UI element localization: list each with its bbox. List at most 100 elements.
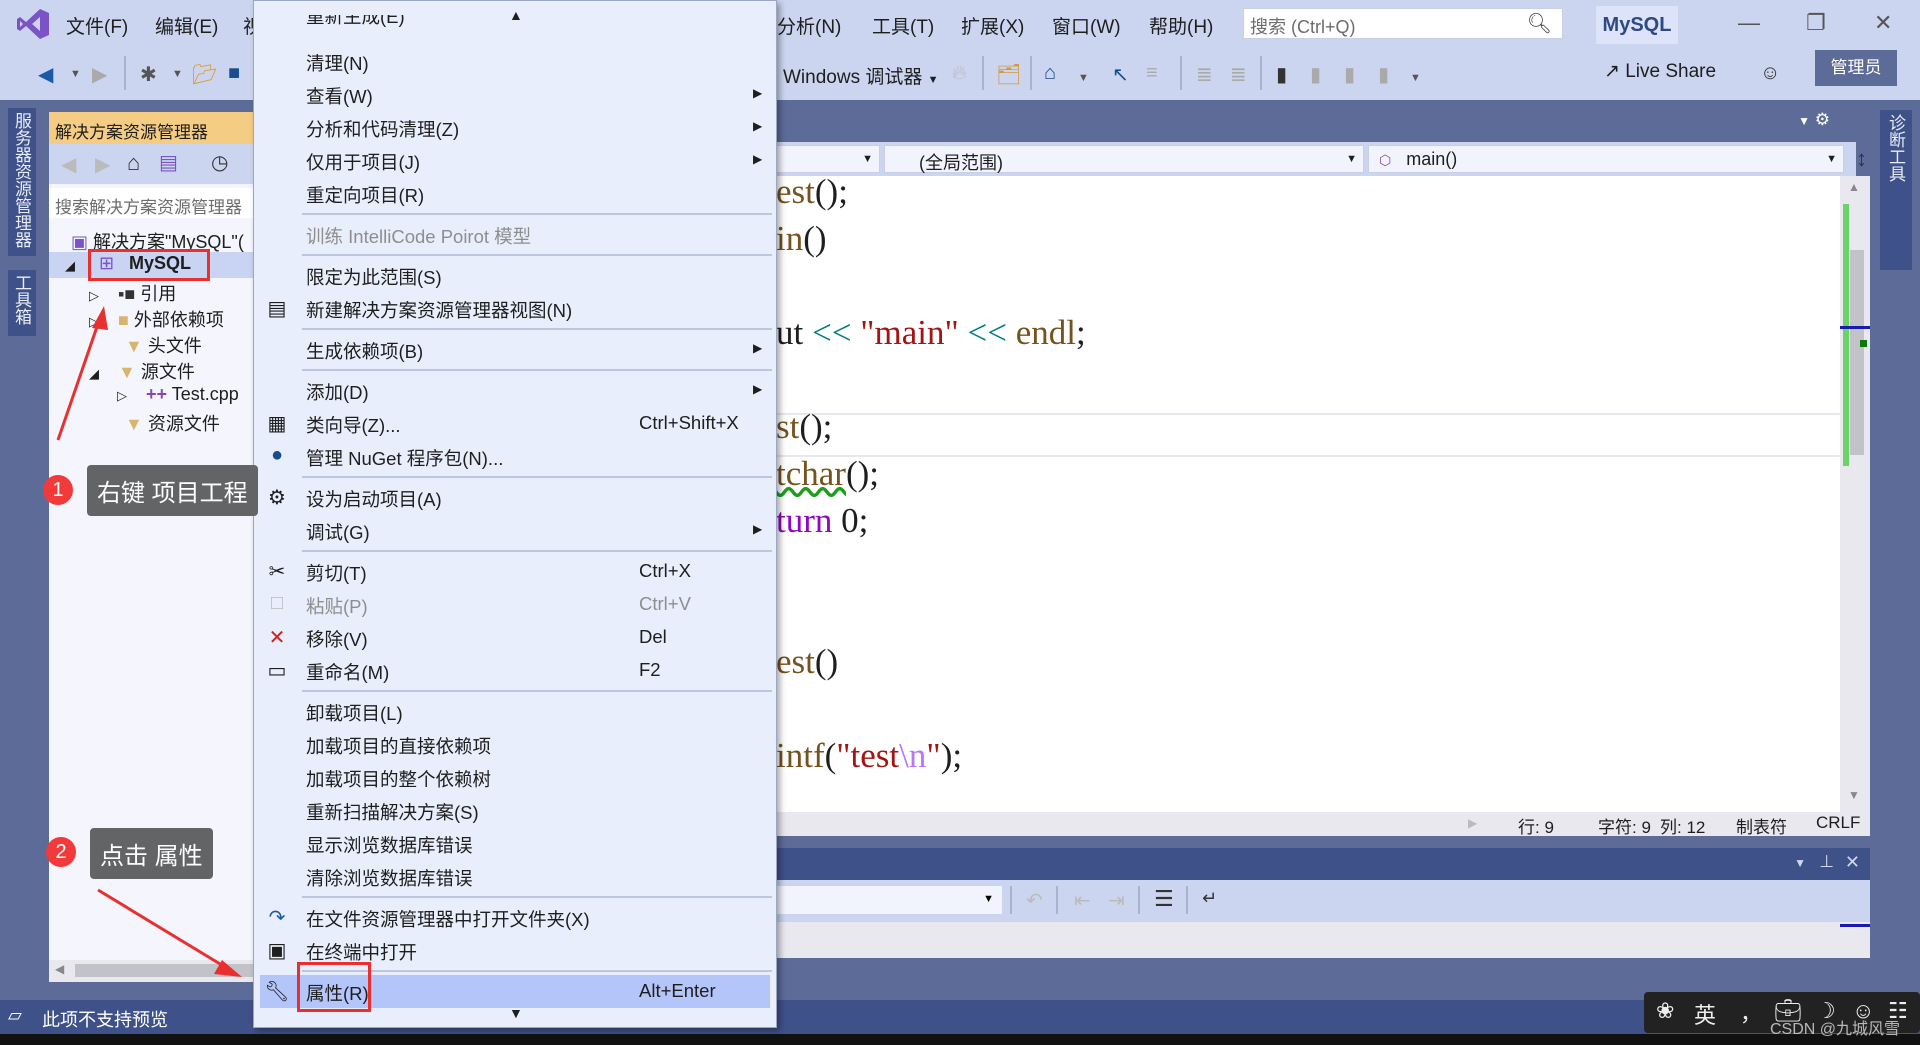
menu-tools[interactable]: 工具(T) — [872, 12, 934, 39]
tree-item-source-files[interactable]: ◢ ▼ 源文件 — [89, 358, 195, 384]
project-dropdown[interactable]: ▼ — [776, 145, 880, 173]
tree-item-references[interactable]: ▷ ▪■ 引用 — [89, 280, 176, 306]
member-dropdown[interactable]: ⬡ main() ▼ — [1368, 145, 1844, 173]
home-window-icon[interactable]: ⌂ — [1044, 62, 1056, 85]
restore-button[interactable]: ❐ — [1806, 10, 1826, 36]
close-panel-icon[interactable]: ✕ — [1845, 852, 1860, 873]
menu-item[interactable]: 添加(D) ▶ — [254, 374, 776, 407]
menu-item[interactable]: 查看(W) ▶ — [254, 78, 776, 111]
pin-icon[interactable]: ⊥ — [1819, 852, 1834, 872]
ime-paw-icon[interactable]: ❀ — [1656, 998, 1674, 1024]
scroll-left-icon[interactable]: ◀ — [55, 962, 64, 976]
bookmark-icon[interactable]: ▮ — [1276, 62, 1287, 87]
scope-dropdown[interactable]: (全局范围) ▼ — [884, 145, 1364, 173]
column-indicator[interactable]: 列: 12 — [1660, 813, 1705, 838]
switch-views-icon[interactable]: ▤ — [159, 150, 178, 175]
forward-nav-icon[interactable]: ▶ — [92, 62, 107, 87]
back-nav-icon[interactable]: ◀ — [38, 62, 53, 87]
ime-punctuation-toggle[interactable]: ， — [1740, 996, 1762, 1028]
search-input[interactable]: 搜索 (Ctrl+Q) 🔍︎ — [1243, 8, 1563, 39]
toolbox-tab[interactable]: 工具箱 — [8, 270, 36, 336]
back-dropdown-icon[interactable]: ▼ — [70, 68, 81, 80]
menu-item[interactable]: 清除浏览数据库错误 — [254, 860, 776, 893]
menu-item[interactable]: ▭ 重命名(M) F2 — [254, 654, 776, 687]
back-icon[interactable]: ◀ — [61, 152, 76, 177]
tab-list-dropdown-icon[interactable]: ▼ — [1798, 114, 1810, 128]
output-source-dropdown[interactable]: ▼ — [776, 886, 1002, 914]
menu-item[interactable]: ▦ 类向导(Z)... Ctrl+Shift+X — [254, 407, 776, 440]
menu-item[interactable]: 生成依赖项(B) ▶ — [254, 333, 776, 366]
tree-item-header-files[interactable]: ▼ 头文件 — [125, 332, 202, 358]
menu-item[interactable]: 仅用于项目(J) ▶ — [254, 144, 776, 177]
word-wrap-icon[interactable]: ↵ — [1202, 888, 1217, 909]
menu-item[interactable]: ✕ 移除(V) Del — [254, 621, 776, 654]
collapsed-triangle-icon[interactable]: ▷ — [117, 388, 127, 403]
split-editor-icon[interactable]: ↕ — [1856, 146, 1867, 172]
diagnostic-tools-tab[interactable]: 诊断工具 — [1880, 110, 1912, 270]
menu-item[interactable]: 分析和代码清理(Z) ▶ — [254, 111, 776, 144]
menu-extensions[interactable]: 扩展(X) — [961, 12, 1024, 39]
uncomment-icon[interactable]: ≣ — [1230, 62, 1247, 87]
new-project-icon[interactable]: ✱ — [140, 62, 157, 87]
tree-item-external-deps[interactable]: ▷ ■ 外部依赖项 — [89, 306, 224, 332]
menu-window[interactable]: 窗口(W) — [1052, 12, 1121, 39]
menu-item[interactable]: ▤ 新建解决方案资源管理器视图(N) — [254, 292, 776, 325]
find-in-folder-icon[interactable]: 🗂︎ — [996, 62, 1021, 87]
tree-item-resource-files[interactable]: ▼ 资源文件 — [125, 410, 220, 436]
menu-scroll-down-icon[interactable]: ▼ — [509, 1005, 523, 1021]
comment-icon[interactable]: ≣ — [1196, 62, 1213, 87]
close-window-button[interactable]: ✕ — [1874, 10, 1892, 36]
menu-item[interactable]: 调试(G) ▶ — [254, 514, 776, 547]
menu-item[interactable]: ● 管理 NuGet 程序包(N)... — [254, 440, 776, 473]
menu-item[interactable]: 重定向项目(R) — [254, 177, 776, 210]
menu-edit[interactable]: 编辑(E) — [155, 12, 218, 39]
scroll-up-icon[interactable]: ▲ — [1848, 180, 1860, 194]
feedback-icon[interactable]: ☺ — [1760, 62, 1780, 85]
minimize-button[interactable]: — — [1738, 10, 1760, 36]
pending-changes-filter-icon[interactable]: ◷ — [211, 150, 228, 175]
menu-item[interactable]: 清理(N) — [254, 45, 776, 78]
menu-item[interactable]: 卸载项目(L) — [254, 695, 776, 728]
open-file-icon[interactable]: 📂︎ — [192, 62, 217, 87]
char-indicator[interactable]: 字符: 9 — [1598, 813, 1651, 838]
menu-item[interactable]: 重新生成(E) — [254, 15, 776, 31]
editor-vertical-scrollbar[interactable]: ▲ ▼ — [1840, 176, 1870, 812]
menu-file[interactable]: 文件(F) — [66, 12, 128, 39]
next-bookmark-icon[interactable]: ▮ — [1344, 62, 1355, 87]
scrollbar-thumb[interactable] — [1850, 250, 1864, 455]
select-element-icon[interactable]: ↖ — [1112, 62, 1129, 87]
menu-analyze[interactable]: 分析(N) — [777, 12, 841, 39]
home-icon[interactable]: ⌂ — [127, 150, 140, 176]
debugger-target-dropdown[interactable]: Windows 调试器 ▼ — [783, 62, 939, 89]
scrollbar-thumb[interactable] — [75, 964, 253, 977]
find-message-icon[interactable]: ↶ — [1026, 888, 1043, 913]
line-indicator[interactable]: 行: 9 — [1518, 813, 1554, 838]
forward-icon[interactable]: ▶ — [95, 152, 110, 177]
menu-item[interactable]: ⚙ 设为启动项目(A) — [254, 481, 776, 514]
horizontal-scrollbar[interactable]: ◀ — [49, 960, 253, 982]
save-icon[interactable]: ■ — [228, 62, 240, 85]
expanded-triangle-icon[interactable]: ◢ — [89, 366, 99, 381]
overflow-icon[interactable]: ▼ — [1078, 72, 1089, 84]
hot-reload-icon[interactable]: 🔥︎ — [952, 62, 967, 85]
live-share-button[interactable]: ↗ Live Share — [1604, 60, 1716, 83]
menu-item[interactable]: ✂ 剪切(T) Ctrl+X — [254, 555, 776, 588]
code-editor[interactable]: est(); in() ut << "main" << endl; st(); tcha… — [776, 172, 1840, 812]
clear-all-icon[interactable]: ☰ — [1154, 886, 1174, 912]
prev-bookmark-icon[interactable]: ▮ — [1310, 62, 1321, 87]
toolbar-overflow-icon[interactable]: ▼ — [1410, 72, 1421, 84]
new-dropdown-icon[interactable]: ▼ — [172, 68, 183, 80]
menu-item[interactable]: 加载项目的整个依赖树 — [254, 761, 776, 794]
tree-item-test-cpp[interactable]: ▷ ++ Test.cpp — [117, 384, 239, 405]
ime-language-toggle[interactable]: 英 — [1694, 998, 1716, 1030]
indent-mode-indicator[interactable]: 制表符 — [1736, 813, 1787, 838]
clear-bookmarks-icon[interactable]: ▮ — [1378, 62, 1389, 87]
collapsed-triangle-icon[interactable]: ▷ — [89, 288, 99, 303]
panel-menu-icon[interactable]: ▼ — [1794, 856, 1806, 870]
scroll-right-icon[interactable]: ▶ — [1468, 816, 1477, 830]
collapsed-triangle-icon[interactable]: ▷ — [89, 314, 99, 329]
menu-item[interactable]: 加载项目的直接依赖项 — [254, 728, 776, 761]
output-panel-body[interactable] — [776, 922, 1870, 958]
next-message-icon[interactable]: ⇥ — [1108, 888, 1125, 913]
menu-item[interactable]: 重新扫描解决方案(S) — [254, 794, 776, 827]
